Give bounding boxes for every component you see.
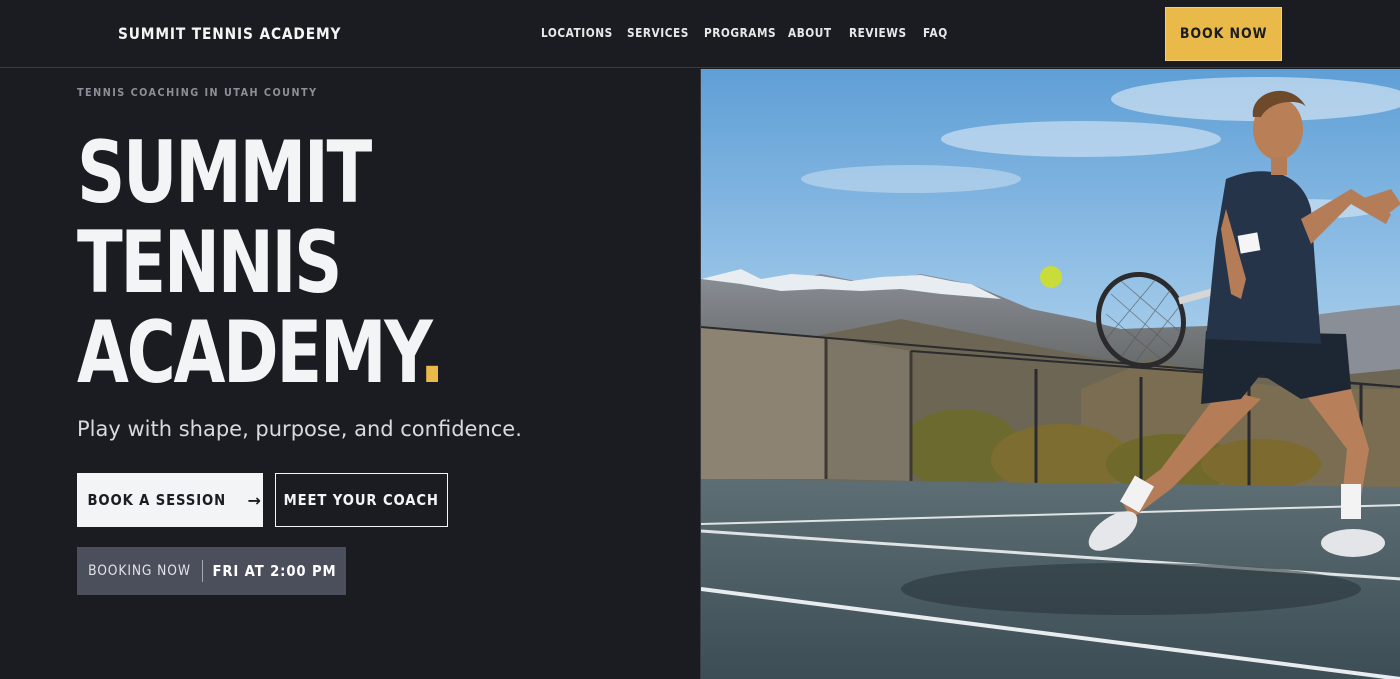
book-now-label: BOOK NOW <box>1179 26 1268 42</box>
booking-divider <box>202 560 203 582</box>
book-now-button[interactable]: BOOK NOW <box>1165 7 1282 61</box>
nav-link-faq[interactable]: FAQ <box>923 26 949 40</box>
nav-link-about[interactable]: ABOUT <box>788 26 842 40</box>
nav-link-programs[interactable]: PROGRAMS <box>704 26 778 40</box>
hero-image-tennis-player <box>700 69 1400 679</box>
booking-label: BOOKING NOW <box>88 563 191 579</box>
hero-title-word: ACADEMY <box>77 303 422 403</box>
booking-status-badge: BOOKING NOW FRI AT 2:00 PM <box>77 547 346 595</box>
meet-coach-label: MEET YOUR COACH <box>283 491 440 509</box>
top-navigation: SUMMIT TENNIS ACADEMY LOCATIONS SERVICES… <box>0 0 1400 68</box>
brand-logo-text[interactable]: SUMMIT TENNIS ACADEMY <box>118 24 341 43</box>
meet-coach-button[interactable]: MEET YOUR COACH <box>275 473 448 527</box>
tennis-scene-illustration <box>701 69 1400 679</box>
nav-link-reviews[interactable]: REVIEWS <box>849 26 914 40</box>
book-session-label: BOOK A SESSION <box>87 491 227 509</box>
nav-link-locations[interactable]: LOCATIONS <box>541 26 617 40</box>
nav-link-services[interactable]: SERVICES <box>627 26 695 40</box>
main-menu: LOCATIONS SERVICES PROGRAMS ABOUT REVIEW… <box>541 26 953 40</box>
book-session-button[interactable]: BOOK A SESSION → <box>77 473 263 527</box>
hero-eyebrow: TENNIS COACHING IN UTAH COUNTY <box>77 87 318 99</box>
arrow-right-icon: → <box>247 490 262 510</box>
hero-title: SUMMIT TENNIS ACADEMY. <box>77 123 445 398</box>
hero-title-line-1: SUMMIT <box>77 123 372 223</box>
hero-tagline: Play with shape, purpose, and confidence… <box>77 417 522 441</box>
hero-title-line-3: ACADEMY. <box>77 308 445 398</box>
hero-title-line-2: TENNIS <box>77 213 342 313</box>
booking-time: FRI AT 2:00 PM <box>212 562 337 580</box>
accent-dot: . <box>419 303 444 403</box>
